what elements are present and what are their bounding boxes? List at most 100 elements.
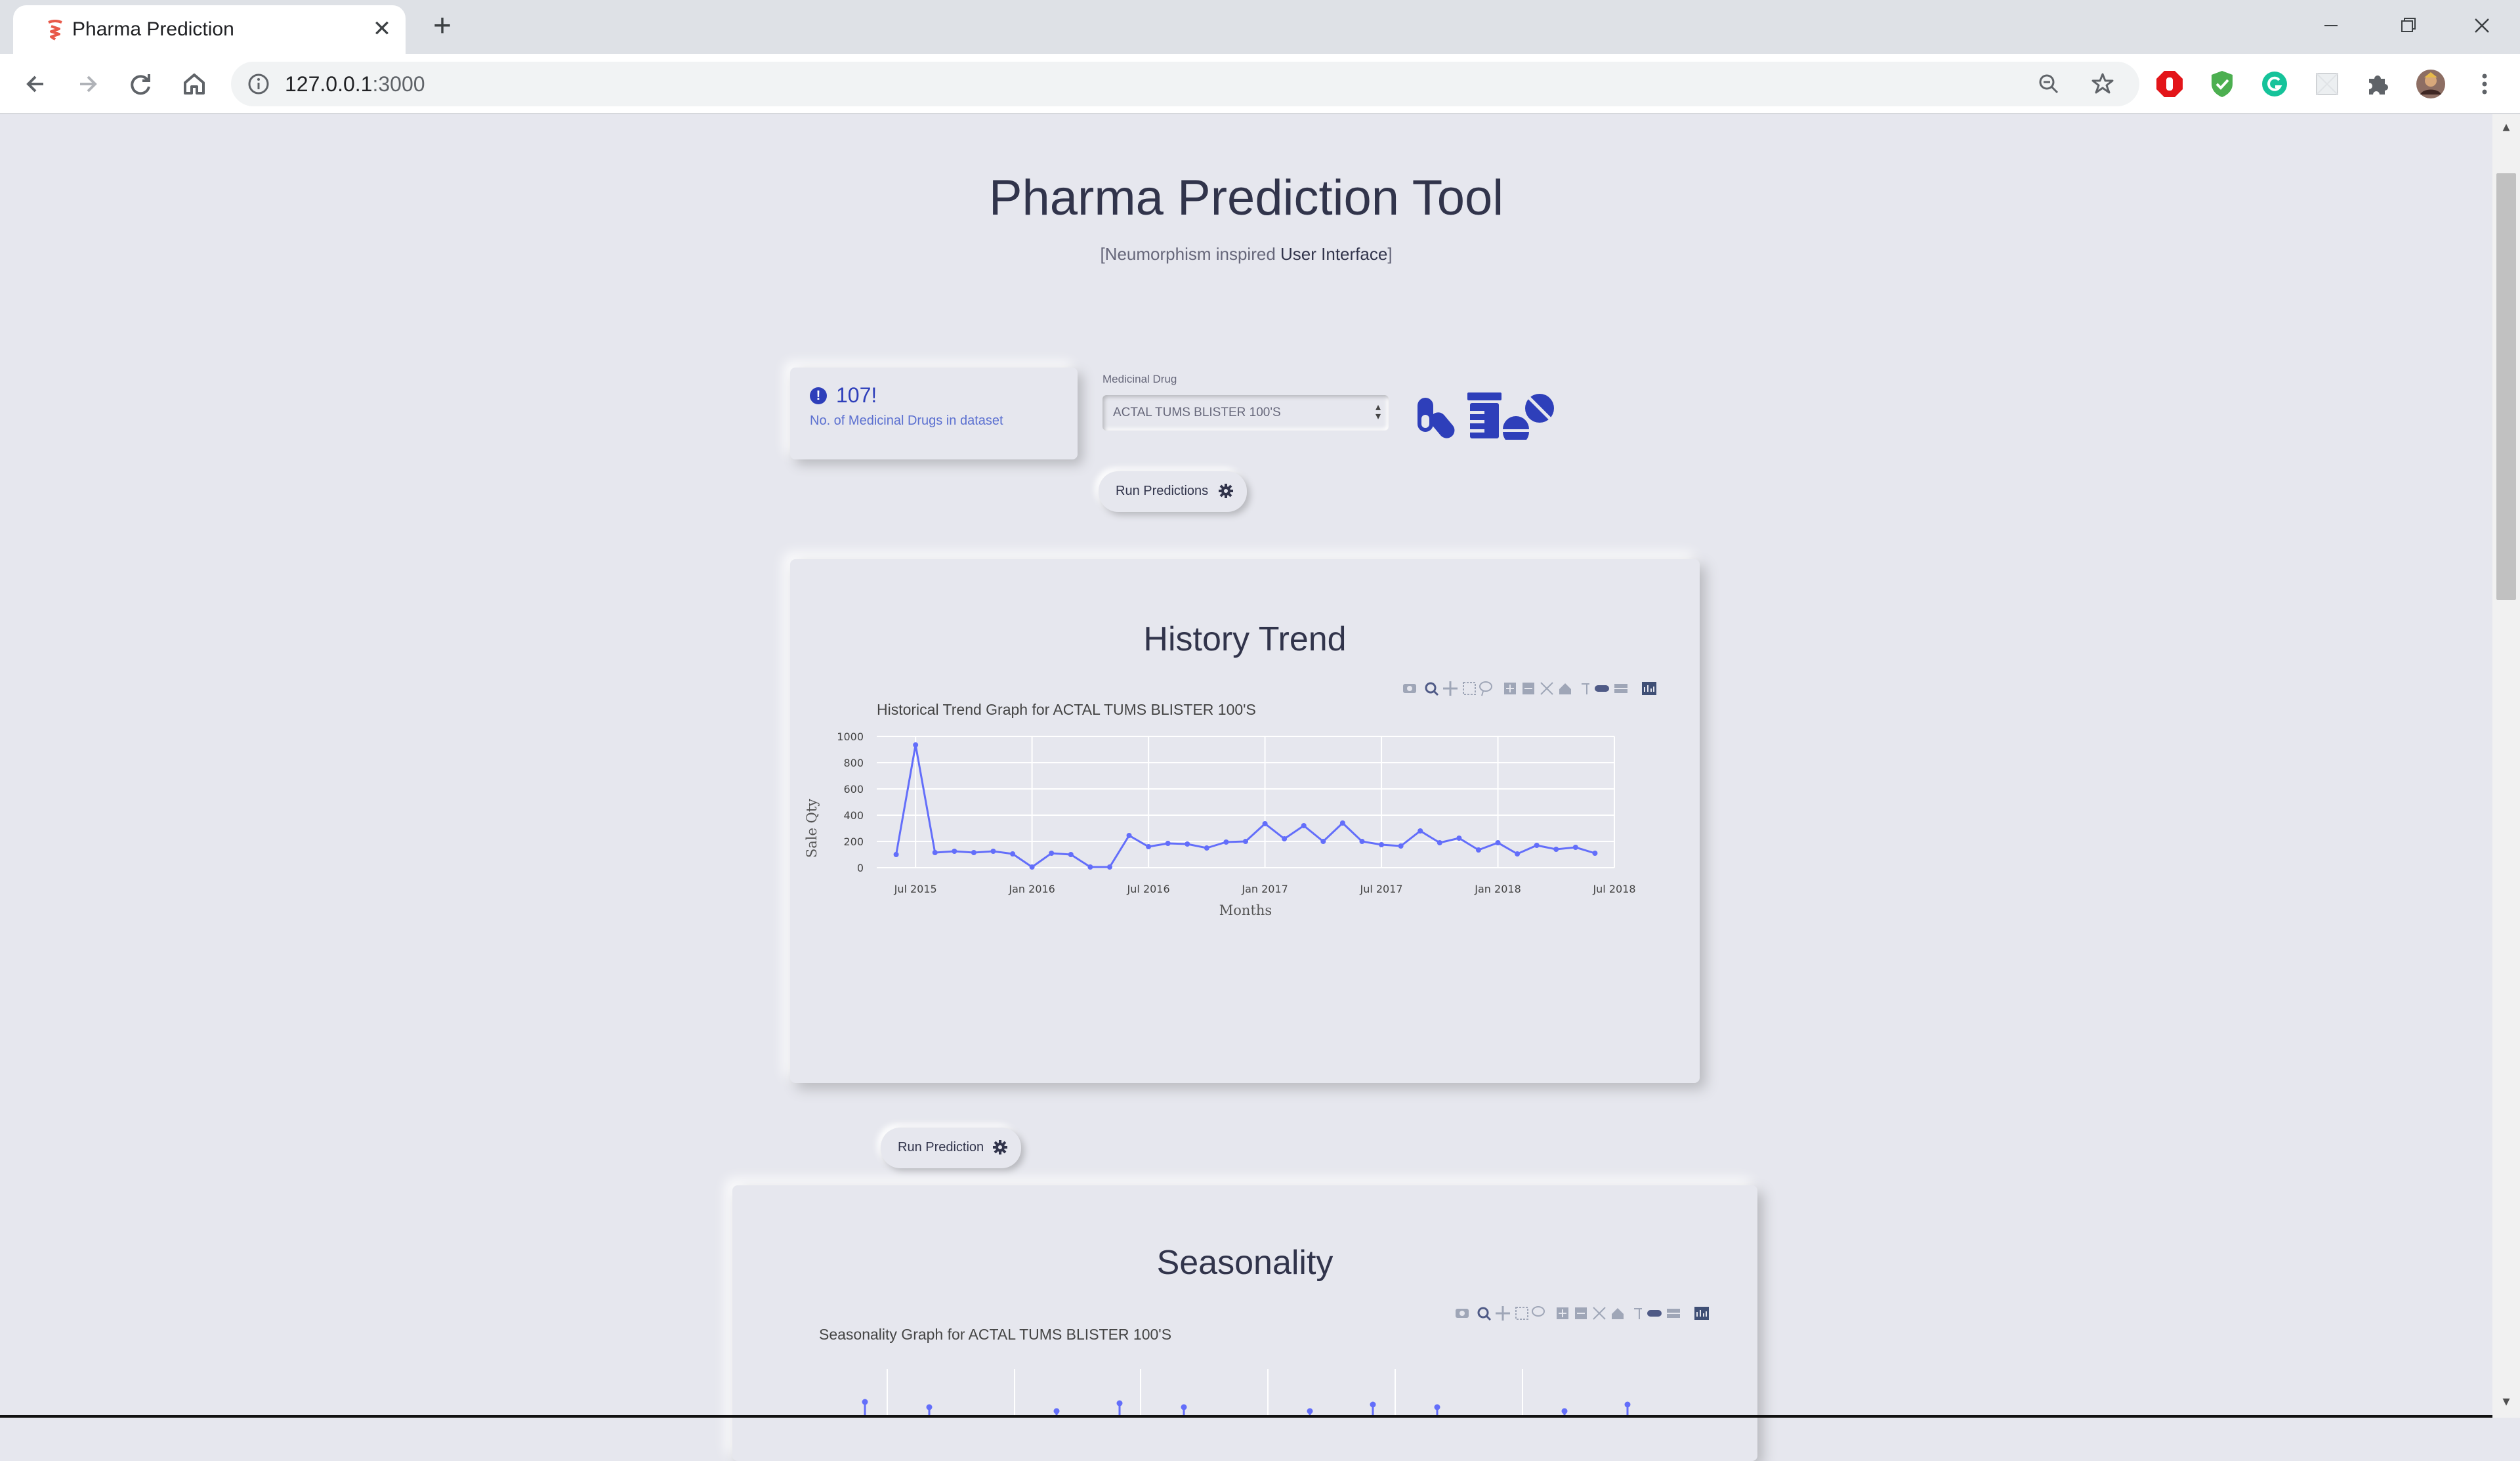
x-tick-label: Jul 2016 [1127, 883, 1170, 895]
data-point [1379, 842, 1385, 847]
pan-icon[interactable] [1496, 1306, 1510, 1321]
browser-menu-icon[interactable] [2469, 68, 2500, 100]
scroll-down-arrow-icon[interactable]: ▾ [2499, 1394, 2513, 1408]
data-point [1398, 843, 1404, 849]
zoom-tool-icon[interactable] [1425, 682, 1439, 696]
pan-icon[interactable] [1443, 681, 1458, 696]
reload-icon[interactable] [125, 68, 156, 100]
lasso-select-icon[interactable] [1479, 681, 1492, 696]
bookmark-star-icon[interactable] [2090, 71, 2116, 97]
app-favicon-icon [48, 20, 62, 41]
subtitle-suffix: ] [1387, 244, 1393, 264]
x-tick-label: Jul 2017 [1359, 883, 1402, 895]
data-point [1359, 839, 1365, 844]
seasonality-chart-partial[interactable] [732, 1369, 1757, 1418]
drug-select-label: Medicinal Drug [1102, 373, 1177, 385]
run-predictions-button[interactable]: Run Predictions [1099, 471, 1247, 512]
run-prediction-button[interactable]: Run Prediction [881, 1128, 1021, 1168]
data-point [1282, 836, 1288, 841]
data-point [1592, 851, 1598, 856]
data-point [1320, 839, 1326, 844]
close-window-icon[interactable] [2461, 8, 2503, 43]
plotly-logo-icon[interactable] [1642, 682, 1656, 695]
lasso-select-icon[interactable] [1532, 1306, 1545, 1317]
drug-count-label: No. of Medicinal Drugs in dataset [810, 413, 1003, 428]
zoom-in-icon[interactable] [1557, 1307, 1568, 1319]
url-host: 127.0.0.1 [285, 72, 373, 96]
shield-extension-icon[interactable] [2206, 68, 2238, 100]
hover-compare-icon[interactable] [1667, 1309, 1680, 1318]
zoom-out-icon[interactable] [1522, 683, 1534, 694]
tab-title: Pharma Prediction [72, 18, 234, 40]
data-point [1185, 841, 1190, 847]
x-tick-label: Jan 2016 [1008, 883, 1055, 895]
data-point [1475, 847, 1481, 853]
zoom-in-icon[interactable] [1504, 683, 1516, 694]
grammarly-extension-icon[interactable] [2259, 68, 2290, 100]
page-subtitle: [Neumorphism inspired User Interface] [0, 244, 2492, 265]
data-point [1049, 851, 1055, 856]
y-tick-label: 1000 [837, 730, 864, 743]
extension-placeholder-icon[interactable] [2311, 68, 2343, 100]
site-info-icon[interactable] [245, 71, 272, 97]
adblock-extension-icon[interactable] [2154, 68, 2185, 100]
tab-close-icon[interactable]: ✕ [368, 14, 396, 43]
run-prediction-label: Run Prediction [898, 1140, 984, 1154]
hover-compare-icon[interactable] [1614, 684, 1628, 693]
url-port: :3000 [372, 72, 425, 96]
data-point [913, 742, 919, 748]
zoom-icon[interactable] [2036, 71, 2062, 97]
drug-select[interactable]: ACTAL TUMS BLISTER 100'S ▴ ▾ [1102, 395, 1389, 431]
data-point [1146, 844, 1152, 849]
zoom-tool-icon[interactable] [1477, 1307, 1492, 1321]
gear-icon [1219, 484, 1233, 498]
subtitle-emphasis: User Interface [1280, 244, 1388, 264]
address-bar[interactable]: 127.0.0.1:3000 [231, 62, 2139, 106]
hover-closest-icon[interactable] [1595, 685, 1609, 692]
page-scrollbar[interactable]: ▴ ▾ [2492, 114, 2520, 1418]
x-tick-label: Jan 2017 [1241, 883, 1288, 895]
back-arrow-icon[interactable] [20, 68, 51, 100]
minimize-icon[interactable] [2310, 8, 2352, 43]
data-point [952, 849, 957, 854]
new-tab-icon[interactable]: + [425, 11, 459, 45]
forward-arrow-icon[interactable] [72, 68, 104, 100]
restore-icon[interactable] [2386, 8, 2428, 43]
data-point [1243, 839, 1248, 844]
reset-axes-icon[interactable] [1559, 683, 1571, 694]
y-tick-label: 0 [857, 862, 864, 874]
drug-count-value: 107! [836, 383, 877, 407]
camera-icon[interactable] [1456, 1309, 1469, 1318]
scroll-up-arrow-icon[interactable]: ▴ [2499, 119, 2513, 134]
profile-avatar[interactable] [2415, 68, 2446, 100]
browser-tab[interactable]: Pharma Prediction ✕ [13, 5, 406, 54]
data-point [1495, 840, 1501, 845]
hover-closest-icon[interactable] [1647, 1310, 1662, 1317]
drug-select-value: ACTAL TUMS BLISTER 100'S [1113, 406, 1281, 419]
data-point [971, 850, 976, 855]
data-point [1301, 823, 1307, 828]
browser-toolbar: 127.0.0.1:3000 [0, 54, 2520, 114]
reset-axes-icon[interactable] [1612, 1308, 1624, 1319]
tablets-icon [1503, 394, 1554, 440]
box-select-icon[interactable] [1463, 682, 1476, 695]
x-tick-label: Jul 2018 [1592, 883, 1635, 895]
data-point [1418, 828, 1423, 834]
history-card-title: History Trend [1143, 620, 1347, 658]
extensions-puzzle-icon[interactable] [2362, 68, 2394, 100]
autoscale-icon[interactable] [1593, 1307, 1606, 1320]
seasonality-card-title: Seasonality [1156, 1244, 1334, 1282]
camera-icon[interactable] [1403, 684, 1416, 693]
data-point [1437, 840, 1442, 845]
spike-lines-icon[interactable] [1582, 683, 1589, 694]
box-select-icon[interactable] [1515, 1307, 1528, 1320]
data-point [893, 852, 899, 857]
scrollbar-thumb[interactable] [2496, 173, 2516, 600]
page-bottom-edge [0, 1415, 2492, 1418]
zoom-out-icon[interactable] [1575, 1307, 1587, 1319]
plotly-logo-icon[interactable] [1694, 1307, 1709, 1320]
history-line-chart[interactable]: 0 200 400 600 800 1000 Jul 2015 Jan 2016 Jul 201… [790, 730, 1700, 927]
spike-lines-icon[interactable] [1634, 1308, 1642, 1319]
home-icon[interactable] [178, 68, 210, 100]
autoscale-icon[interactable] [1540, 682, 1553, 695]
